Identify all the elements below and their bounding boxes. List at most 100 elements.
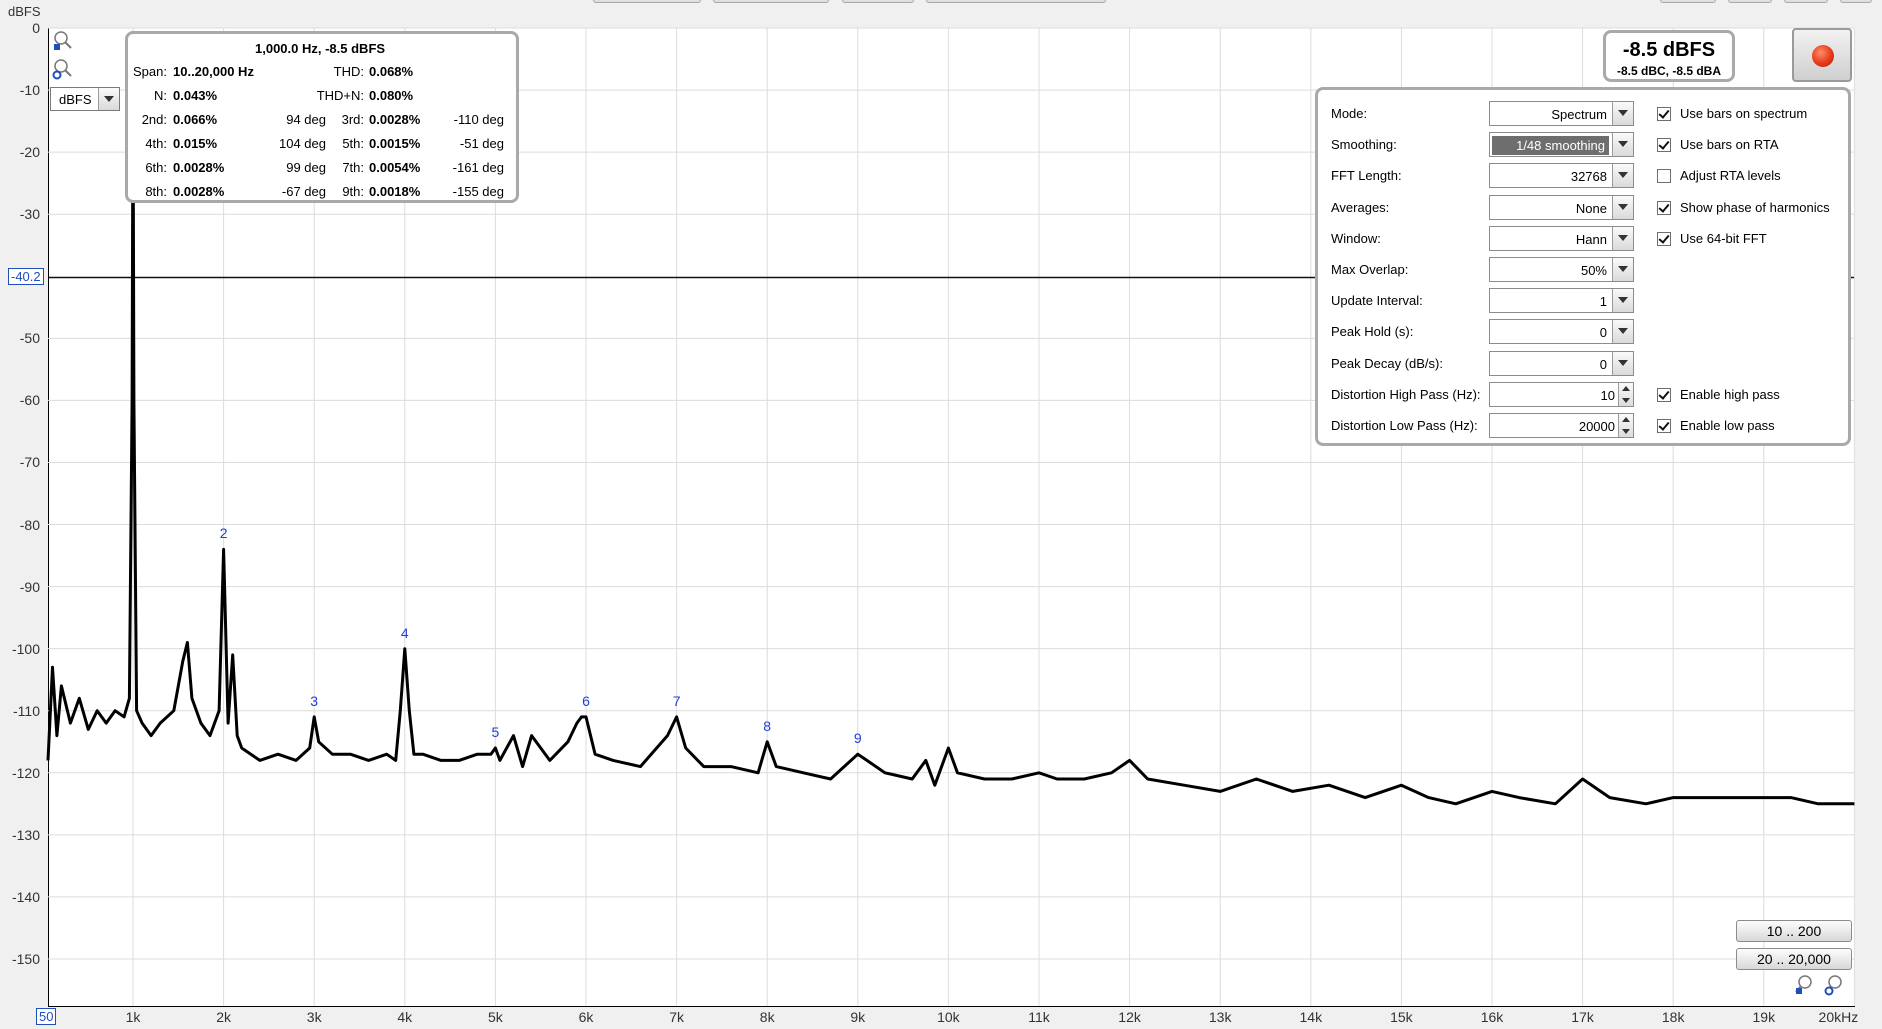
setting-label: Max Overlap: [1331,262,1409,277]
info-header: 1,000.0 Hz, -8.5 dBFS [255,41,386,56]
x-tick-label: 5k [487,1009,503,1025]
y-tick-label: -90 [19,578,40,595]
harmonic-value: 0.0028% [369,112,421,127]
zoom-in-icon[interactable] [52,30,74,52]
record-button[interactable] [1792,28,1852,82]
harmonic-value: 0.0018% [369,184,421,199]
harmonic-phase: -161 deg [452,160,504,175]
checkbox[interactable] [1657,169,1671,184]
setting-dropdown[interactable]: 0 [1489,350,1634,376]
chevron-down-icon[interactable] [1612,164,1633,188]
harmonic-value: 0.0028% [173,184,225,199]
x-tick-label: 13k [1208,1009,1232,1025]
zoom-out-icon[interactable] [1823,974,1845,996]
setting-spinner[interactable]: 10 [1489,381,1634,407]
x-tick-label: 11k [1028,1009,1050,1025]
x-tick-label: 8k [759,1009,775,1025]
setting-spinner[interactable]: 20000 [1489,413,1634,438]
zoom-in-icon[interactable] [1793,974,1815,996]
harmonic-label: 6th: [145,160,167,175]
x-axis-start-label[interactable]: 50 [36,1008,57,1025]
harmonic-phase: -110 deg [453,112,504,127]
chevron-down-icon[interactable] [1612,289,1633,313]
y-tick-label: -120 [11,764,40,781]
x-tick-label: 15k [1390,1009,1413,1025]
checkbox-label[interactable]: Use bars on RTA [1680,137,1779,152]
x-tick-label: 3k [306,1009,322,1025]
setting-dropdown[interactable]: Spectrum [1489,101,1634,126]
harmonic-label: 5th: [342,136,364,151]
harmonic-value: 0.0028% [173,160,225,175]
setting-value: Spectrum [1551,107,1607,122]
settings-panel: Mode: Spectrum Smoothing: 1/48 smoothing FFT… [1315,87,1851,446]
chevron-down-icon[interactable] [1612,320,1633,344]
setting-dropdown[interactable]: 1/48 smoothing [1489,132,1634,158]
x-tick-label: 10k [937,1009,960,1025]
checkbox[interactable] [1657,200,1671,215]
setting-label: Smoothing: [1331,137,1397,153]
checkbox-label[interactable]: Enable low pass [1680,418,1775,433]
checkbox[interactable] [1657,419,1671,433]
harmonic-marker: 9 [853,730,862,747]
setting-value: 32768 [1570,169,1607,185]
checkbox-label[interactable]: Show phase of harmonics [1680,200,1830,215]
setting-dropdown[interactable]: 50% [1489,257,1634,282]
x-tick-label: 18k [1661,1009,1685,1025]
harmonic-marker: 6 [582,692,590,709]
cursor-level-label[interactable]: -40.2 [8,267,44,285]
x-tick-label: 20kHz [1818,1009,1859,1025]
setting-dropdown[interactable]: None [1489,194,1634,220]
zoom-out-icon[interactable] [52,58,74,80]
setting-dropdown[interactable]: 0 [1489,319,1634,345]
range-10-200-button[interactable]: 10 .. 200 [1736,920,1852,942]
level-display: -8.5 dBFS -8.5 dBC, -8.5 dBA [1603,30,1735,82]
spinner-arrows-icon[interactable] [1618,414,1633,437]
unit-dropdown[interactable]: dBFS [50,87,120,111]
harmonic-value: 0.0015% [369,136,421,151]
harmonic-phase: -155 deg [452,184,504,199]
span-value: 10..20,000 Hz [173,64,254,79]
checkbox[interactable] [1657,107,1671,121]
level-weighted: -8.5 dBC, -8.5 dBA [1616,64,1721,78]
harmonic-marker: 4 [400,624,409,641]
setting-value: 1/48 smoothing [1492,136,1609,156]
x-tick-label: 16k [1480,1009,1504,1025]
harmonic-label: 9th: [342,184,364,199]
chevron-down-icon[interactable] [1612,133,1633,157]
chevron-down-icon[interactable] [1612,226,1633,250]
checkbox-label[interactable]: Adjust RTA levels [1680,168,1781,183]
x-tick-label: 17k [1571,1009,1594,1025]
harmonic-marker: 8 [763,717,772,734]
chevron-down-icon[interactable] [1612,258,1633,281]
x-tick-label: 14k [1299,1009,1323,1025]
range-20-20000-button[interactable]: 20 .. 20,000 [1736,948,1852,970]
setting-label: Averages: [1331,199,1390,215]
unit-dropdown-value: dBFS [59,92,92,107]
chevron-down-icon[interactable] [98,88,119,110]
harmonic-label: 4th: [145,136,167,151]
checkbox[interactable] [1657,138,1671,153]
chevron-down-icon[interactable] [1612,102,1633,125]
chevron-down-icon[interactable] [1612,351,1633,375]
setting-value: 50% [1580,263,1607,278]
harmonic-value: 0.066% [173,112,218,127]
y-tick-label: -20 [19,144,40,161]
harmonic-phase: -51 deg [459,136,504,151]
setting-dropdown[interactable]: 32768 [1489,163,1634,189]
checkbox[interactable] [1657,231,1671,246]
noise-value: 0.043% [173,88,218,103]
checkbox-label[interactable]: Use bars on spectrum [1680,106,1807,121]
checkbox-label[interactable]: Enable high pass [1680,387,1780,402]
setting-value: 0 [1599,356,1607,372]
chevron-down-icon[interactable] [1612,195,1633,219]
checkbox[interactable] [1657,387,1671,402]
harmonic-marker: 2 [219,525,228,542]
x-tick-label: 19k [1752,1009,1776,1025]
x-tick-label: 12k [1118,1009,1141,1025]
record-icon [1812,45,1834,67]
setting-dropdown[interactable]: Hann [1489,225,1634,251]
setting-dropdown[interactable]: 1 [1489,288,1634,314]
checkbox-label[interactable]: Use 64-bit FFT [1680,231,1767,246]
setting-label: Peak Decay (dB/s): [1331,355,1443,371]
spinner-arrows-icon[interactable] [1618,382,1633,406]
